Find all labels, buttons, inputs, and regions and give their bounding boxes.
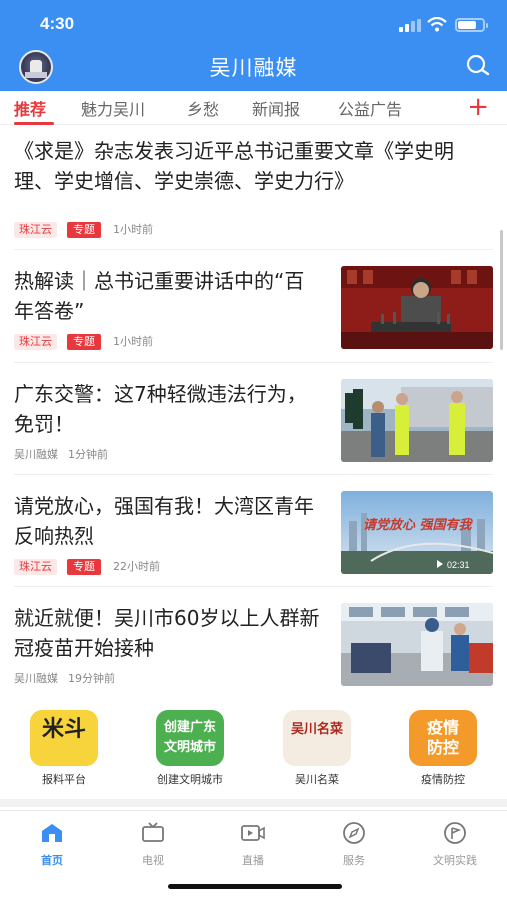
news-headline: 《求是》杂志发表习近平总书记重要文章《学史明理、学史增信、学史崇德、学史力行》 (14, 139, 454, 193)
news-feed: 《求是》杂志发表习近平总书记重要文章《学史明理、学史增信、学史崇德、学史力行》 … (0, 126, 507, 696)
news-item[interactable]: 热解读｜总书记重要讲话中的“百年答卷” 珠江云 专题 1小时前 (14, 250, 493, 363)
tab-recommended[interactable]: 推荐 (14, 96, 46, 120)
compass-icon (343, 822, 365, 844)
app-title: 吴川融媒 (209, 56, 298, 80)
nav-label: 文明实践 (433, 854, 477, 867)
news-meta: 珠江云 专题 22小时前 (14, 559, 160, 575)
news-time: 1小时前 (113, 335, 153, 348)
quick-links: 米斗 报料平台 创建广东文明城市 创建文明城市 吴川名菜 吴川名菜 疫情防控 疫… (0, 700, 507, 798)
news-item[interactable]: 请党放心，强国有我！大湾区青年反响热烈 珠江云 专题 22小时前 请党放心 强国有我… (14, 475, 493, 587)
news-headline: 请党放心，强国有我！大湾区青年反响热烈 (14, 494, 314, 548)
news-time: 1分钟前 (68, 448, 108, 461)
news-time: 1小时前 (113, 223, 153, 236)
news-meta: 珠江云 专题 1小时前 (14, 334, 153, 350)
source-badge: 珠江云 (14, 334, 57, 350)
video-thumbnail[interactable]: 请党放心 强国有我 02:31 (341, 491, 493, 574)
news-thumbnail (341, 266, 493, 349)
quick-link-epidemic-control[interactable]: 疫情防控 疫情防控 (393, 710, 493, 787)
news-item[interactable]: 广东交警：这7种轻微违法行为，免罚！ 吴川融媒 1分钟前 (14, 363, 493, 475)
app-header: 4:30 吴川融媒 (0, 0, 507, 91)
quick-link-famous-dishes[interactable]: 吴川名菜 吴川名菜 (267, 710, 367, 787)
report-platform-icon: 米斗 (30, 710, 98, 766)
quick-link-label: 创建文明城市 (157, 773, 223, 786)
quick-link-civilized-city[interactable]: 创建广东文明城市 创建文明城市 (140, 710, 240, 787)
flag-icon (444, 822, 466, 844)
quick-link-label: 疫情防控 (421, 773, 465, 786)
category-tabs: 推荐 魅力吴川 乡愁 新闻报 公益广告 (0, 91, 507, 125)
wifi-icon (427, 17, 447, 32)
civilized-city-icon: 创建广东文明城市 (156, 710, 224, 766)
quick-link-label: 报料平台 (42, 773, 86, 786)
quick-link-label: 吴川名菜 (295, 773, 339, 786)
news-headline: 广东交警：这7种轻微违法行为，免罚！ (14, 382, 307, 436)
epidemic-control-icon: 疫情防控 (409, 710, 477, 766)
video-duration: 02:31 (447, 560, 470, 570)
nav-tv[interactable]: 电视 (113, 821, 193, 868)
tab-charm-wuchuan[interactable]: 魅力吴川 (81, 96, 145, 120)
add-tab-button[interactable]: + (467, 93, 489, 121)
news-thumbnail (341, 379, 493, 462)
search-icon[interactable] (465, 53, 491, 79)
battery-icon (455, 18, 488, 32)
section-divider (0, 799, 507, 807)
news-time: 22小时前 (113, 560, 160, 573)
nav-label: 电视 (142, 854, 164, 867)
topic-badge: 专题 (67, 222, 101, 238)
thumbnail-caption: 请党放心 强国有我 (363, 517, 474, 533)
tab-public-ads[interactable]: 公益广告 (338, 96, 402, 120)
topic-badge: 专题 (67, 334, 101, 350)
source-badge: 珠江云 (14, 559, 57, 575)
nav-home[interactable]: 首页 (12, 821, 92, 868)
news-meta: 珠江云 专题 1小时前 (14, 222, 153, 238)
news-headline: 热解读｜总书记重要讲话中的“百年答卷” (14, 269, 305, 323)
news-item[interactable]: 就近就便！吴川市60岁以上人群新冠疫苗开始接种 吴川融媒 19分钟前 (14, 587, 493, 696)
nav-live[interactable]: 直播 (213, 821, 293, 868)
active-tab-indicator (14, 122, 54, 125)
news-meta: 吴川融媒 19分钟前 (14, 671, 115, 687)
tv-icon (142, 822, 164, 842)
nav-label: 服务 (343, 854, 365, 867)
nav-label: 直播 (242, 854, 264, 867)
status-bar: 4:30 (0, 0, 507, 48)
nav-label: 首页 (41, 854, 63, 867)
news-item[interactable]: 《求是》杂志发表习近平总书记重要文章《学史明理、学史增信、学史崇德、学史力行》 … (14, 126, 493, 250)
topic-badge: 专题 (67, 559, 101, 575)
status-time: 4:30 (40, 14, 75, 33)
home-indicator (168, 884, 342, 889)
signal-icon (399, 19, 421, 32)
source-label: 吴川融媒 (14, 448, 58, 461)
nav-civilization-practice[interactable]: 文明实践 (415, 821, 495, 868)
famous-dishes-icon: 吴川名菜 (283, 710, 351, 766)
nav-services[interactable]: 服务 (314, 821, 394, 868)
home-icon (42, 824, 62, 842)
live-icon (241, 825, 265, 841)
source-label: 吴川融媒 (14, 672, 58, 685)
news-meta: 吴川融媒 1分钟前 (14, 447, 108, 463)
feed-scrollbar[interactable] (500, 230, 503, 350)
tab-nostalgia[interactable]: 乡愁 (187, 96, 219, 120)
tab-newspaper[interactable]: 新闻报 (252, 96, 300, 120)
news-time: 19分钟前 (68, 672, 115, 685)
quick-link-report-platform[interactable]: 米斗 报料平台 (14, 710, 114, 787)
news-headline: 就近就便！吴川市60岁以上人群新冠疫苗开始接种 (14, 606, 320, 660)
source-badge: 珠江云 (14, 222, 57, 238)
news-thumbnail (341, 603, 493, 686)
